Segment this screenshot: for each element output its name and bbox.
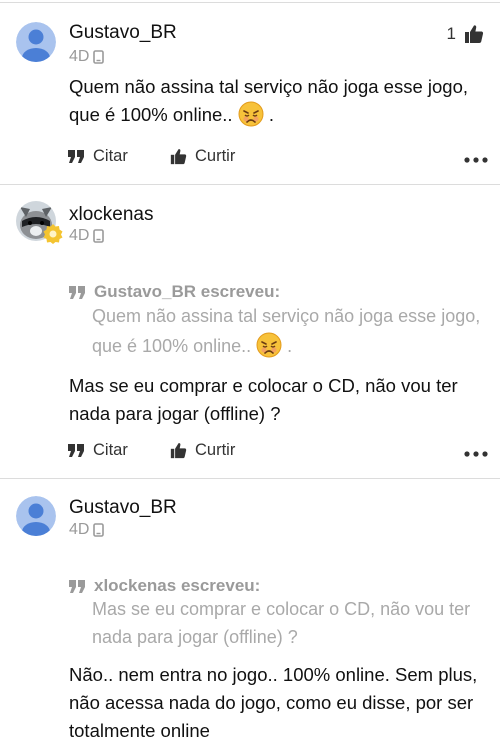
quote-button[interactable]: Citar xyxy=(68,147,128,166)
quote-text: Quem não assina tal serviço não joga ess… xyxy=(92,306,481,358)
username[interactable]: Gustavo_BR xyxy=(69,497,177,519)
badge-icon xyxy=(43,224,63,244)
quote-header[interactable]: Gustavo_BR escreveu: xyxy=(69,282,280,302)
post-text: Não.. nem entra no jogo.. 100% online. S… xyxy=(69,664,478,741)
quote-icon xyxy=(68,150,84,163)
like-button[interactable]: Curtir xyxy=(170,441,235,460)
quote-author: Gustavo_BR escreveu: xyxy=(94,282,281,301)
thumbs-up-icon xyxy=(170,149,187,165)
thumbs-up-icon xyxy=(170,443,187,459)
quote-header[interactable]: xlockenas escreveu: xyxy=(69,576,260,596)
quote-icon xyxy=(69,285,85,299)
post-text: Mas se eu comprar e colocar o CD, não vo… xyxy=(69,375,458,424)
post-meta: 4D xyxy=(69,227,105,245)
mobile-device-icon xyxy=(93,50,105,64)
timestamp: 4D xyxy=(69,521,90,538)
like-label: Curtir xyxy=(195,147,236,165)
avatar[interactable] xyxy=(16,22,56,62)
thumbs-up-icon xyxy=(465,25,484,43)
quote-icon xyxy=(69,579,85,593)
mobile-device-icon xyxy=(93,523,105,537)
more-options-icon xyxy=(464,451,488,457)
more-options-icon xyxy=(464,157,488,163)
username[interactable]: xlockenas xyxy=(69,204,154,226)
timestamp: 4D xyxy=(69,48,90,65)
default-avatar-icon xyxy=(16,22,56,62)
post-1: Gustavo_BR 4D 1 Quem não assina tal serv… xyxy=(0,0,500,183)
quote-button[interactable]: Citar xyxy=(68,441,128,460)
like-label: Curtir xyxy=(195,441,236,459)
post-text: Quem não assina tal serviço não joga ess… xyxy=(69,76,469,127)
quote-author: xlockenas escreveu: xyxy=(94,576,261,595)
post-meta: 4D xyxy=(69,521,105,539)
quote-icon xyxy=(68,444,84,457)
post-divider xyxy=(0,478,500,479)
more-options-button[interactable] xyxy=(464,443,488,462)
post-meta: 4D xyxy=(69,48,105,66)
username[interactable]: Gustavo_BR xyxy=(69,22,177,44)
timestamp: 4D xyxy=(69,227,90,244)
default-avatar-icon xyxy=(16,496,56,536)
avatar[interactable] xyxy=(16,201,63,244)
quote-text: Mas se eu comprar e colocar o CD, não vo… xyxy=(92,599,471,647)
like-counter[interactable]: 1 xyxy=(447,24,484,44)
post-actions: Citar Curtir xyxy=(68,147,488,171)
avatar[interactable] xyxy=(16,496,56,536)
like-count: 1 xyxy=(446,24,456,43)
post-actions: Citar Curtir xyxy=(68,441,488,465)
quote-label: Citar xyxy=(93,441,128,459)
post-divider xyxy=(0,184,500,185)
mobile-device-icon xyxy=(93,229,105,243)
weary-face-emoji xyxy=(238,101,264,127)
quote-label: Citar xyxy=(93,147,128,165)
like-button[interactable]: Curtir xyxy=(170,147,235,166)
more-options-button[interactable] xyxy=(464,149,488,168)
weary-face-emoji xyxy=(256,332,282,358)
